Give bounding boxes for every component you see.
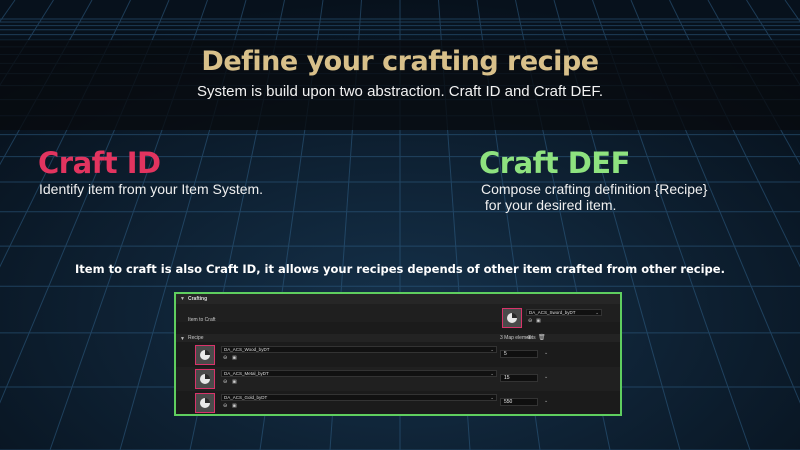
quantity-input[interactable]: 5	[500, 350, 538, 358]
craft-id-description: Identify item from your Item System.	[39, 181, 264, 197]
page-title: Define your crafting recipe	[201, 46, 599, 77]
craft-def-description: Compose crafting definition {Recipe} for…	[481, 181, 707, 213]
crafting-details-panel: ▼ Crafting Item to Craft DA_ACS_Sword_by…	[174, 292, 622, 416]
recipe-row: DA_ACS_Wood_byDT ⌄ ⊖ ▣ 5 ⌄	[176, 343, 620, 367]
pie-thumbnail-icon	[200, 374, 210, 384]
crafting-section-label: Crafting	[188, 296, 208, 302]
browse-arrow-icon[interactable]: ⊖	[223, 404, 228, 409]
recipe-thumbnail[interactable]	[195, 345, 215, 365]
recipe-row: DA_ACS_Metal_byDT ⌄ ⊖ ▣ 15 ⌄	[176, 367, 620, 391]
folder-icon[interactable]: ▣	[536, 319, 541, 324]
page-subtitle: System is build upon two abstraction. Cr…	[196, 83, 603, 100]
recipe-label: Recipe	[188, 335, 204, 341]
browse-arrow-icon[interactable]: ⊖	[223, 356, 228, 361]
item-to-craft-asset-select[interactable]: DA_ACS_Sword_byDT ⌄	[526, 309, 602, 316]
craft-id-heading: Craft ID	[38, 146, 161, 180]
craft-id-note: Item to craft is also Craft ID, it allow…	[75, 262, 725, 276]
recipe-thumbnail[interactable]	[195, 369, 215, 389]
pie-thumbnail-icon	[507, 313, 517, 323]
recipe-asset-select[interactable]: DA_ACS_Wood_byDT ⌄	[221, 346, 497, 353]
collapse-triangle-icon[interactable]: ▼	[180, 336, 185, 342]
chevron-down-icon[interactable]: ⌄	[544, 350, 548, 356]
item-to-craft-label: Item to Craft	[188, 317, 216, 323]
add-icon[interactable]: ⊕	[527, 334, 532, 341]
chevron-down-icon: ⌄	[490, 347, 494, 352]
item-to-craft-asset-name: DA_ACS_Sword_byDT	[529, 310, 576, 315]
folder-icon[interactable]: ▣	[232, 380, 237, 385]
folder-icon[interactable]: ▣	[232, 356, 237, 361]
craft-def-heading: Craft DEF	[479, 146, 630, 180]
folder-icon[interactable]: ▣	[232, 404, 237, 409]
item-to-craft-thumbnail[interactable]	[502, 308, 522, 328]
recipe-asset-name: DA_ACS_Gold_byDT	[224, 395, 268, 400]
chevron-down-icon: ⌄	[595, 310, 599, 315]
browse-arrow-icon[interactable]: ⊖	[223, 380, 228, 385]
recipe-thumbnail[interactable]	[195, 393, 215, 413]
recipe-asset-name: DA_ACS_Metal_byDT	[224, 371, 269, 376]
trash-icon[interactable]: 🗑	[538, 334, 546, 341]
craft-def-description-line1: Compose crafting definition {Recipe}	[481, 181, 708, 197]
recipe-asset-select[interactable]: DA_ACS_Gold_byDT ⌄	[221, 394, 497, 401]
craft-def-description-line2: for your desired item.	[481, 197, 617, 213]
recipe-asset-select[interactable]: DA_ACS_Metal_byDT ⌄	[221, 370, 497, 377]
chevron-down-icon[interactable]: ⌄	[544, 398, 548, 404]
chevron-down-icon[interactable]: ⌄	[544, 374, 548, 380]
recipe-header[interactable]: ▼ Recipe	[176, 334, 620, 342]
quantity-input[interactable]: 550	[500, 398, 538, 406]
crafting-section-header[interactable]: ▼ Crafting	[176, 294, 620, 304]
browse-arrow-icon[interactable]: ⊖	[528, 319, 533, 324]
recipe-asset-name: DA_ACS_Wood_byDT	[224, 347, 270, 352]
chevron-down-icon: ⌄	[490, 371, 494, 376]
pie-thumbnail-icon	[200, 398, 210, 408]
recipe-row: DA_ACS_Gold_byDT ⌄ ⊖ ▣ 550 ⌄	[176, 391, 620, 415]
quantity-input[interactable]: 15	[500, 374, 538, 382]
chevron-down-icon: ⌄	[490, 395, 494, 400]
pie-thumbnail-icon	[200, 350, 210, 360]
collapse-triangle-icon[interactable]: ▼	[180, 296, 185, 302]
